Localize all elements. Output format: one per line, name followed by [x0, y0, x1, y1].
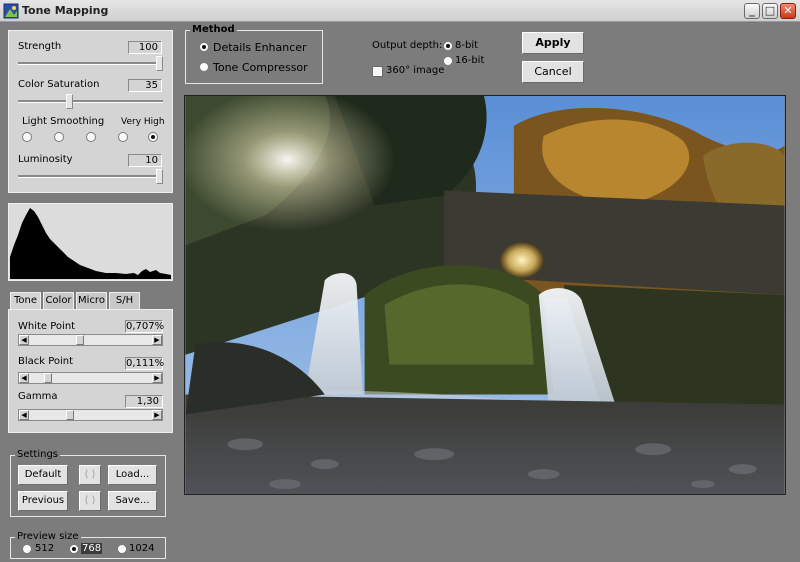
preview-size-1024-radio[interactable] — [117, 544, 127, 554]
preview-image[interactable] — [184, 95, 786, 495]
method-tone-compressor-radio[interactable] — [199, 62, 209, 72]
white-point-scroll-thumb[interactable] — [76, 335, 84, 345]
strength-slider-track[interactable] — [18, 62, 163, 65]
tab-sh[interactable]: S/H — [109, 292, 140, 309]
preview-size-group: Preview size 512 768 1024 — [10, 531, 166, 559]
luminosity-slider-thumb[interactable] — [156, 169, 163, 184]
app-icon — [3, 3, 19, 19]
white-point-left-arrow[interactable]: ◀ — [19, 335, 29, 345]
light-smoothing-option-2[interactable] — [54, 132, 64, 142]
tab-color[interactable]: Color — [43, 292, 74, 309]
output-depth-label: Output depth: — [372, 40, 443, 51]
load-button[interactable]: Load... — [108, 465, 157, 485]
image-360-label[interactable]: 360° image — [386, 65, 444, 76]
adjustments-panel: Strength 100 Color Saturation 35 Light S… — [8, 30, 173, 193]
apply-button[interactable]: Apply — [522, 32, 584, 54]
light-smoothing-option-1[interactable] — [22, 132, 32, 142]
method-legend: Method — [190, 24, 237, 35]
white-point-label: White Point — [18, 321, 76, 332]
gamma-left-arrow[interactable]: ◀ — [19, 410, 29, 420]
close-button[interactable]: ✕ — [780, 3, 796, 19]
black-point-value[interactable]: 0,111% — [125, 357, 164, 370]
color-saturation-value[interactable]: 35 — [128, 79, 162, 92]
undo-button[interactable]: ⟨ ⟩ — [79, 465, 101, 485]
minimize-button[interactable]: _ — [744, 3, 760, 19]
luminosity-label: Luminosity — [18, 154, 73, 165]
default-button[interactable]: Default — [18, 465, 68, 485]
white-point-scrollbar[interactable]: ◀ ▶ — [18, 334, 163, 346]
settings-legend: Settings — [15, 449, 61, 460]
gamma-value[interactable]: 1,30 — [125, 395, 163, 408]
strength-slider-thumb[interactable] — [156, 56, 163, 71]
color-saturation-slider-thumb[interactable] — [66, 94, 73, 109]
light-smoothing-max-label: Very High — [121, 117, 165, 127]
redo-button[interactable]: ⟨ ⟩ — [79, 491, 101, 511]
strength-value[interactable]: 100 — [128, 41, 162, 54]
gamma-label: Gamma — [18, 391, 58, 402]
light-smoothing-option-3[interactable] — [86, 132, 96, 142]
method-tone-compressor-label[interactable]: Tone Compressor — [213, 61, 308, 74]
preview-size-768-label: 768 — [81, 543, 103, 554]
preview-size-512-radio[interactable] — [22, 544, 32, 554]
settings-group: Settings Default ⟨ ⟩ Load... Previous ⟨ … — [10, 449, 166, 517]
black-point-scrollbar[interactable]: ◀ ▶ — [18, 372, 163, 384]
output-8bit-radio[interactable] — [443, 41, 453, 51]
strength-label: Strength — [18, 41, 62, 52]
light-smoothing-option-5[interactable] — [148, 132, 158, 142]
histogram-panel — [8, 203, 173, 281]
preview-size-768-radio[interactable] — [69, 544, 79, 554]
gamma-scroll-thumb[interactable] — [66, 410, 74, 420]
black-point-label: Black Point — [18, 356, 74, 367]
tone-panel: White Point 0,707% ◀ ▶ Black Point 0,111… — [8, 309, 173, 433]
output-8bit-label[interactable]: 8-bit — [455, 40, 478, 51]
gamma-scrollbar[interactable]: ◀ ▶ — [18, 409, 163, 421]
luminosity-value[interactable]: 10 — [128, 154, 162, 167]
black-point-right-arrow[interactable]: ▶ — [152, 373, 162, 383]
black-point-scroll-thumb[interactable] — [44, 373, 52, 383]
image-360-checkbox[interactable] — [372, 66, 383, 77]
white-point-right-arrow[interactable]: ▶ — [152, 335, 162, 345]
save-button[interactable]: Save... — [108, 491, 157, 511]
method-details-enhancer-radio[interactable] — [199, 42, 209, 52]
tab-strip: Tone Color Micro S/H — [8, 292, 173, 310]
output-16bit-label[interactable]: 16-bit — [455, 55, 484, 66]
method-group: Method Details Enhancer Tone Compressor — [185, 24, 323, 84]
light-smoothing-label: Light Smoothing — [22, 116, 105, 127]
maximize-button[interactable]: □ — [762, 3, 778, 19]
histogram-curve — [10, 208, 171, 279]
black-point-left-arrow[interactable]: ◀ — [19, 373, 29, 383]
cancel-button[interactable]: Cancel — [522, 61, 584, 83]
luminosity-slider-track[interactable] — [18, 175, 163, 178]
method-details-enhancer-label[interactable]: Details Enhancer — [213, 41, 307, 54]
light-smoothing-option-4[interactable] — [118, 132, 128, 142]
tab-micro[interactable]: Micro — [76, 292, 107, 309]
preview-size-legend: Preview size — [15, 531, 81, 542]
title-bar[interactable]: Tone Mapping _ □ ✕ — [0, 0, 800, 22]
window-title: Tone Mapping — [22, 4, 109, 17]
preview-size-1024-label: 1024 — [129, 543, 155, 554]
color-saturation-label: Color Saturation — [18, 79, 100, 90]
tab-tone[interactable]: Tone — [10, 292, 41, 310]
preview-size-512-label: 512 — [35, 543, 55, 554]
gamma-right-arrow[interactable]: ▶ — [152, 410, 162, 420]
previous-button[interactable]: Previous — [18, 491, 68, 511]
color-saturation-slider-track[interactable] — [18, 100, 163, 103]
white-point-value[interactable]: 0,707% — [125, 320, 164, 333]
output-16bit-radio[interactable] — [443, 56, 453, 66]
histogram-chart — [10, 208, 171, 279]
